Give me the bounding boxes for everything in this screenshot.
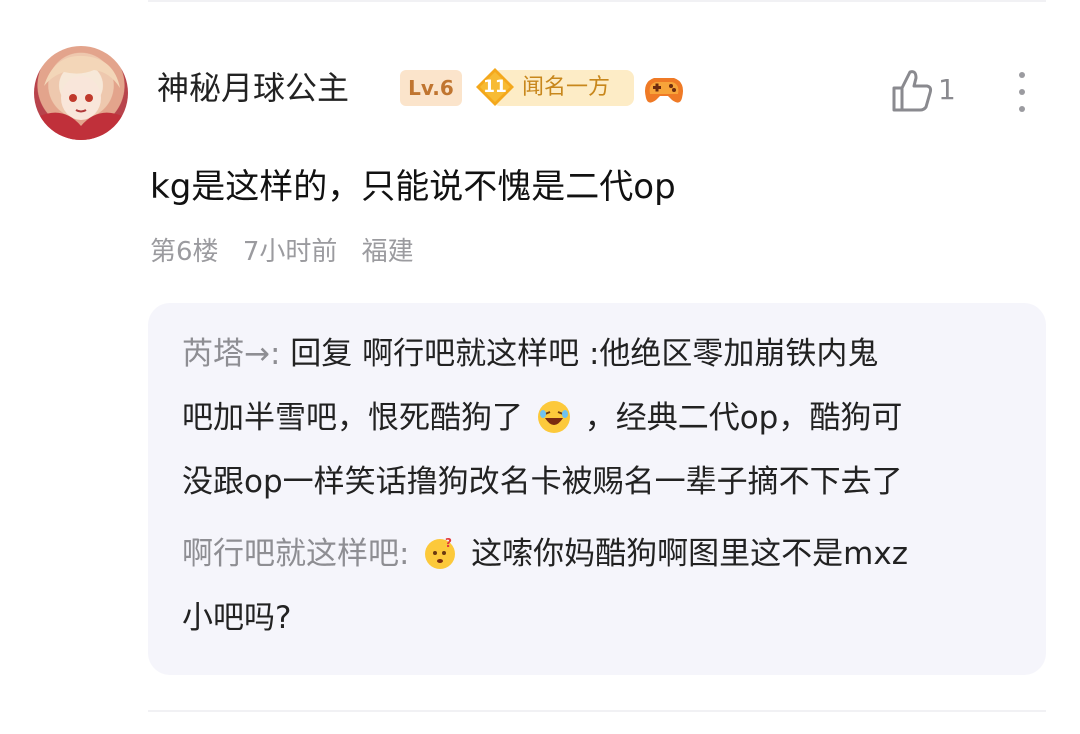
reply-1-text-2a: 吧加半雪吧，恨死酷狗了: [182, 400, 523, 436]
reply-2-author[interactable]: 啊行吧就这样吧:: [182, 536, 409, 572]
post-time: 7小时前: [242, 237, 338, 267]
username[interactable]: 神秘月球公主: [157, 66, 349, 110]
reply-1-text-1: 回复 啊行吧就这样吧 :他绝区零加崩铁内鬼: [290, 336, 879, 372]
diamond-icon: 11: [474, 66, 516, 108]
avatar-image: [34, 55, 128, 140]
floor-number: 第6楼: [150, 237, 219, 267]
top-divider: [148, 0, 1046, 2]
more-vertical-icon[interactable]: [1008, 70, 1036, 114]
like-count: 1: [938, 73, 956, 106]
svg-text:?: ?: [445, 536, 452, 550]
laughing-emoji: [537, 401, 570, 433]
fan-badge-title: 闻名一方: [522, 75, 611, 100]
location: 福建: [361, 237, 414, 267]
level-badge: Lv.6: [400, 70, 462, 106]
like-button[interactable]: 1: [890, 66, 960, 116]
reply-2-text-1: 这嗦你妈酷狗啊图里这不是mxz: [471, 536, 908, 572]
reply-1-author[interactable]: 芮塔→:: [182, 336, 280, 372]
reply-2-line-2: 小吧吗?: [182, 596, 291, 640]
gamepad-icon: [642, 68, 686, 108]
reply-1-line-3: 没跟op一样笑话撸狗改名卡被赐名一辈子摘不下去了: [182, 460, 903, 504]
fan-badge-level: 11: [483, 77, 507, 97]
reply-1-line-2: 吧加半雪吧，恨死酷狗了 ，经典二代op，酷狗可: [182, 396, 902, 440]
reply-1-text-3: 没跟op一样笑话撸狗改名卡被赐名一辈子摘不下去了: [182, 464, 903, 500]
comment-text: kg是这样的，只能说不愧是二代op: [150, 167, 676, 207]
thumbs-up-icon: [892, 70, 933, 112]
reply-2-line-1[interactable]: 啊行吧就这样吧: ? 这嗦你妈酷狗啊图里这不是mxz: [182, 532, 908, 576]
avatar[interactable]: [34, 46, 128, 140]
reply-1-line-1[interactable]: 芮塔→: 回复 啊行吧就这样吧 :他绝区零加崩铁内鬼: [182, 332, 878, 376]
fan-badge[interactable]: 11 闻名一方: [474, 66, 634, 108]
reply-2-text-2: 小吧吗?: [182, 600, 292, 636]
thinking-emoji: ?: [425, 536, 456, 569]
reply-1-text-2b: ，经典二代op，酷狗可: [584, 400, 903, 436]
comment-meta: 第6楼 7小时前 福建: [150, 234, 430, 270]
bottom-divider: [148, 710, 1046, 712]
